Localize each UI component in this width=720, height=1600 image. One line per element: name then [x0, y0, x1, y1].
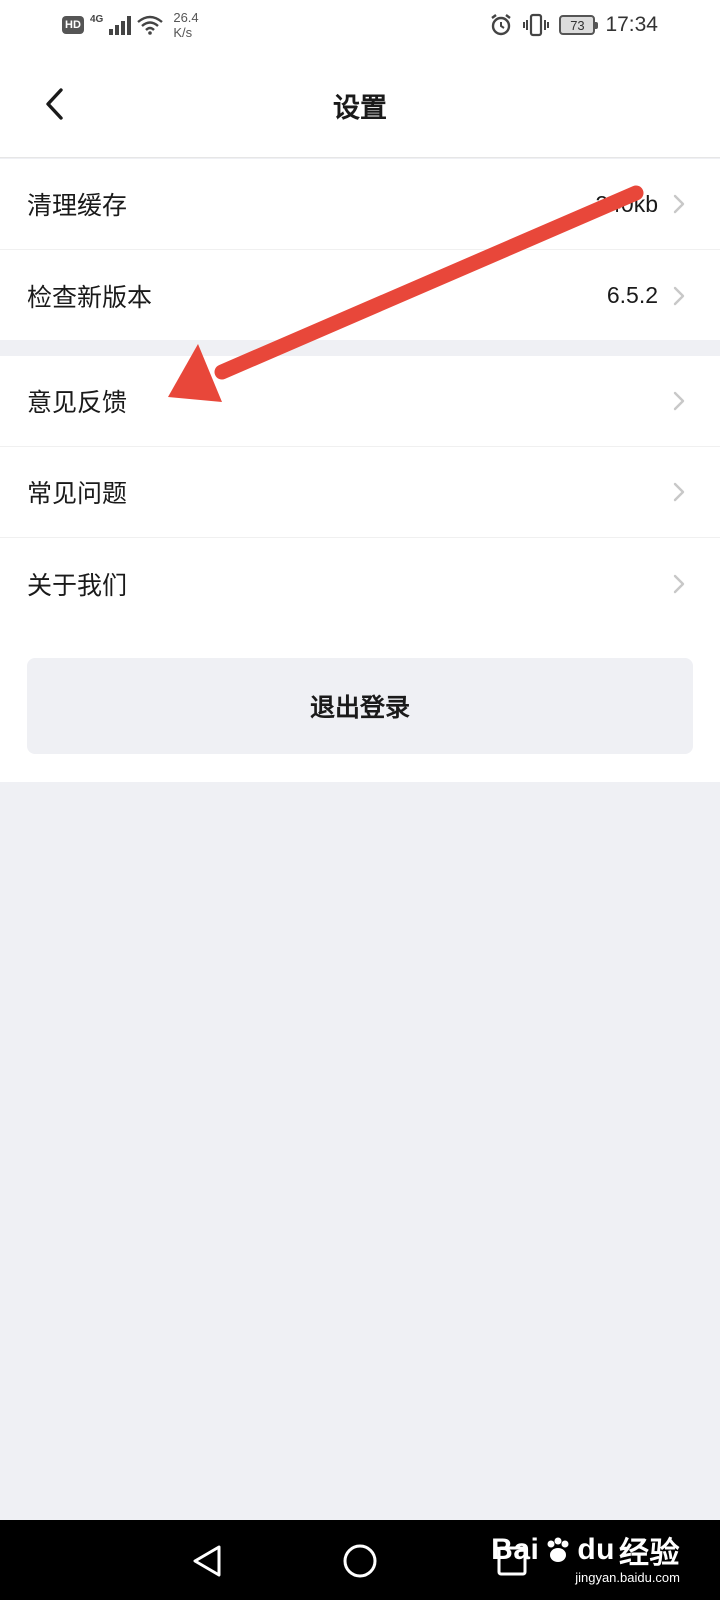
network-type: 4G — [90, 13, 104, 25]
watermark-bai: Bai — [491, 1533, 540, 1566]
network-speed: 26.4 K/s — [173, 10, 213, 40]
status-right: 73 17:34 — [489, 10, 658, 40]
battery-icon: 73 — [559, 15, 599, 35]
speed-value: 26.4 — [173, 10, 199, 25]
cache-size-value: 240kb — [595, 190, 658, 217]
clear-cache-row[interactable]: 清理缓存 240kb — [0, 159, 720, 250]
back-button[interactable] — [30, 76, 78, 132]
signal-icon — [109, 15, 132, 35]
feedback-row[interactable]: 意见反馈 — [0, 356, 720, 447]
version-value: 6.5.2 — [606, 282, 658, 308]
chevron-right-icon — [673, 194, 685, 214]
logout-section: 退出登录 — [0, 630, 720, 782]
about-us-label: 关于我们 — [27, 570, 128, 600]
page-title: 设置 — [333, 92, 387, 124]
chevron-right-icon — [673, 574, 685, 593]
check-update-label: 检查新版本 — [27, 282, 153, 312]
triangle-back-icon — [193, 1545, 221, 1577]
hd-badge: HD — [62, 16, 84, 34]
clear-cache-label: 清理缓存 — [27, 191, 128, 220]
check-update-row[interactable]: 检查新版本 6.5.2 — [0, 250, 720, 341]
settings-screen: HD 4G 26.4 K/s 73 17:34 设置 清理缓存 240kb 检查… — [0, 0, 720, 1600]
baidu-jingyan-watermark: Bai du 经验 jingyan.baidu.com — [491, 1528, 680, 1585]
watermark-cn: 经验 — [619, 1537, 680, 1570]
settings-group-storage: 清理缓存 240kb 检查新版本 6.5.2 — [0, 159, 720, 340]
about-us-row[interactable]: 关于我们 — [0, 538, 720, 629]
chevron-right-icon — [673, 391, 685, 411]
app-header: 设置 — [0, 52, 720, 158]
chevron-right-icon — [673, 286, 685, 305]
feedback-label: 意见反馈 — [27, 388, 128, 417]
system-nav-bar: Bai du 经验 jingyan.baidu.com — [0, 1520, 720, 1600]
alarm-icon — [491, 14, 512, 36]
circle-home-icon — [343, 1544, 377, 1578]
watermark-logo: Bai du 经验 — [491, 1528, 680, 1572]
nav-home-button[interactable] — [337, 1538, 383, 1584]
settings-group-support: 意见反馈 常见问题 关于我们 — [0, 356, 720, 630]
chevron-left-icon — [46, 88, 63, 120]
status-bar: HD 4G 26.4 K/s 73 17:34 — [0, 0, 720, 52]
chevron-right-icon — [673, 482, 685, 502]
logout-button[interactable]: 退出登录 — [27, 658, 693, 754]
watermark-site: jingyan.baidu.com — [575, 1570, 680, 1585]
vibrate-icon — [523, 13, 550, 37]
watermark-du: du — [577, 1533, 615, 1566]
nav-back-button[interactable] — [184, 1538, 230, 1584]
wifi-icon — [137, 15, 164, 35]
paw-icon — [547, 1537, 569, 1562]
faq-label: 常见问题 — [27, 479, 128, 508]
clock: 17:34 — [605, 13, 658, 36]
faq-row[interactable]: 常见问题 — [0, 447, 720, 538]
status-left: HD 4G 26.4 K/s — [62, 10, 213, 40]
speed-unit: K/s — [173, 25, 193, 40]
